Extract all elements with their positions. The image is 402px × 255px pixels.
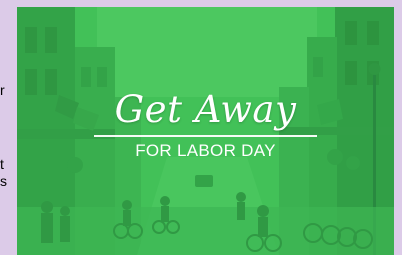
cropped-text-fragment: r [0,83,5,97]
labor-day-promo-banner[interactable]: Get Away FOR LABOR DAY [17,7,394,255]
cropped-text-fragment: s [0,174,7,188]
headline-divider [94,135,317,137]
cropped-text-fragment: t [0,157,4,171]
headline-subtitle: FOR LABOR DAY [135,140,276,160]
headline-title: Get Away [114,88,297,131]
headline-block: Get Away FOR LABOR DAY [17,90,394,161]
